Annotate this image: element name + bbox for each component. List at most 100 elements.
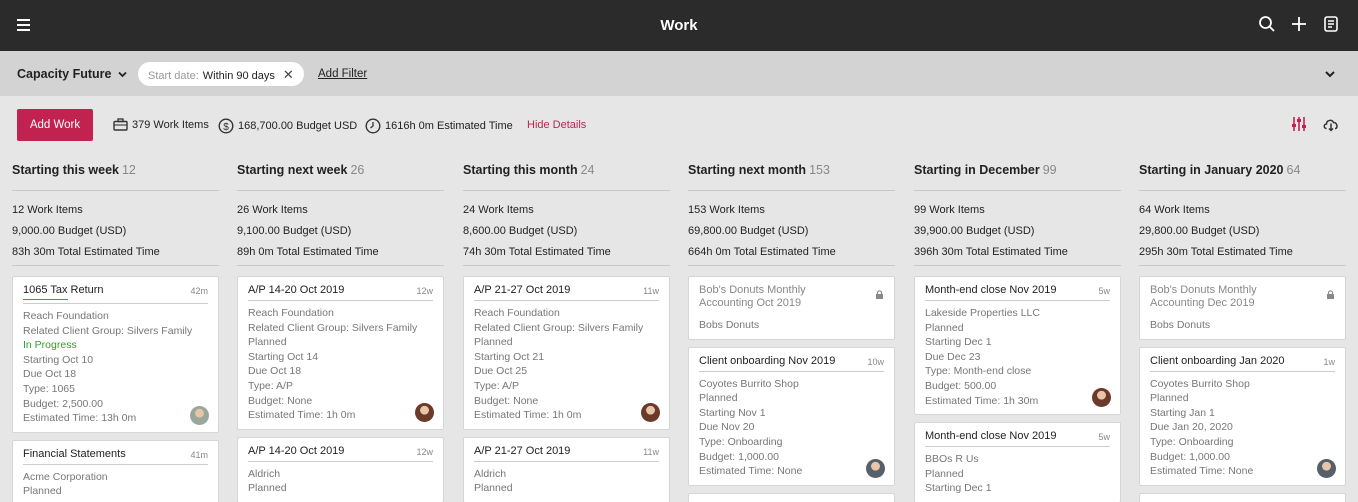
card-title-text: Bob's Donuts Monthly Accounting Dec 2019	[1150, 284, 1257, 309]
card-detail-line: Planned	[474, 482, 513, 495]
dollar-icon: $	[218, 118, 234, 134]
cloud-download-icon[interactable]	[1322, 115, 1340, 133]
card-detail-line: Budget: 1,000.00	[1150, 450, 1230, 463]
card-detail-line: BBOs R Us	[925, 453, 979, 466]
card-detail-line: Due Oct 25	[474, 365, 528, 378]
settings-sliders-icon[interactable]	[1290, 115, 1308, 133]
svg-text:$: $	[223, 122, 229, 133]
work-card[interactable]: Month-end close Nov 2019 5w Lakeside Prope…	[914, 276, 1121, 416]
card-title-text: A/P 21-27 Oct 2019	[474, 284, 571, 296]
card-age: 12w	[416, 446, 433, 457]
summary-line: 396h 30m Total Estimated Time	[914, 246, 1068, 258]
work-card[interactable]: A/P 14-20 Oct 2019 12w Aldrich Planned	[237, 436, 444, 502]
card-title[interactable]: Client onboarding Nov 2019	[699, 355, 884, 372]
work-card[interactable]: Bob's Donuts Monthly Accounting Oct 2019…	[688, 276, 895, 340]
column-count: 153	[809, 163, 830, 177]
card-title[interactable]: Month-end close Nov 2019	[925, 430, 1110, 448]
card-detail-line: Reach Foundation	[248, 307, 334, 319]
hide-details-link[interactable]: Hide Details	[527, 119, 586, 131]
work-card[interactable]: A/P 21-27 Oct 2019 11w Aldrich Planned	[463, 436, 670, 502]
board-column: Starting in January 2020 64 64 Work Items 2…	[1139, 161, 1346, 502]
column-count: 26	[350, 163, 365, 177]
work-card[interactable]: 1065 Tax Return 42m Reach Foundation Relate…	[12, 276, 219, 433]
work-card[interactable]: Client onboarding Jan 2020 1w Coyotes Burr…	[1139, 346, 1346, 486]
work-card[interactable]: Month-end close Nov 2019 5w BBOs R Us Plann…	[914, 422, 1121, 502]
board-column: Starting next month 153 153 Work Items 69,8…	[688, 161, 895, 502]
card-detail-line: Planned	[699, 392, 738, 405]
column-title: Starting next week	[237, 163, 348, 177]
card-title-text: Month-end close Nov 2019	[925, 284, 1057, 296]
card-title[interactable]: A/P 21-27 Oct 2019	[474, 445, 659, 462]
card-title-text: Month-end close Nov 2019	[925, 430, 1057, 443]
card-detail-line: Related Client Group: Silvers Family	[248, 321, 418, 334]
column-title: Starting this month	[463, 163, 578, 177]
work-card[interactable]: A/P 21-27 Oct 2019 11w Reach Foundation Rel…	[463, 276, 670, 430]
work-card[interactable]: A/P 14-20 Oct 2019 12w Reach Foundation Rel…	[237, 276, 444, 430]
card-detail-line: Starting Nov 1	[699, 406, 766, 419]
work-card[interactable]: Client onboarding Nov 2019 10w Coyotes Bur…	[688, 346, 895, 486]
column-summary: 99 Work Items 39,900.00 Budget (USD) 396h …	[914, 191, 1121, 266]
plus-icon[interactable]	[1290, 15, 1310, 35]
card-title-text: 1065 Tax Return	[23, 284, 104, 296]
card-title[interactable]: 1065 Tax Return	[23, 284, 208, 304]
card-title[interactable]: Financial Statements	[23, 448, 208, 465]
card-detail-line: Estimated Time: None	[699, 465, 803, 478]
search-icon[interactable]	[1258, 15, 1278, 35]
card-title[interactable]: A/P 21-27 Oct 2019	[474, 284, 659, 301]
card-detail-line: Budget: None	[474, 394, 539, 407]
card-title[interactable]: Month-end close Nov 2019	[925, 284, 1110, 301]
summary-line: 664h 0m Total Estimated Time	[688, 246, 836, 258]
card-title[interactable]: A/P 14-20 Oct 2019	[248, 284, 433, 301]
chevron-down-icon[interactable]	[1324, 67, 1336, 79]
card-detail-line: Planned	[23, 485, 62, 498]
board-column: Starting in December 99 99 Work Items 39,90…	[914, 161, 1121, 502]
work-card[interactable]: Entity #1 Oct 201910w	[688, 492, 895, 502]
work-card[interactable]: Bob's Donuts Monthly Accounting Dec 2019…	[1139, 276, 1346, 340]
avatar[interactable]	[1317, 458, 1336, 478]
column-count: 64	[1286, 163, 1301, 177]
work-card[interactable]: Entity #1 Dec 20191w	[1139, 492, 1346, 502]
card-detail-line: Starting Oct 21	[474, 350, 545, 363]
card-title-text: A/P 14-20 Oct 2019	[248, 444, 345, 457]
card-title-text: Client onboarding Nov 2019	[699, 354, 836, 367]
close-icon[interactable]: ✕	[283, 67, 294, 82]
add-filter-link[interactable]: Add Filter	[318, 68, 367, 80]
card-detail-line: Coyotes Burrito Shop	[1150, 377, 1250, 390]
avatar[interactable]	[866, 458, 885, 478]
card-title[interactable]: Bob's Donuts Monthly Accounting Dec 2019	[1150, 284, 1335, 313]
avatar[interactable]	[190, 405, 209, 425]
summary-line: 26 Work Items	[237, 204, 308, 216]
chevron-down-icon	[118, 71, 127, 78]
avatar[interactable]	[415, 402, 434, 422]
card-title-text: Financial Statements	[23, 447, 126, 460]
card-title-text: A/P 21-27 Oct 2019	[474, 444, 571, 457]
card-detail-line: Starting Oct 14	[248, 350, 319, 363]
add-work-button[interactable]: Add Work	[17, 109, 93, 141]
column-header: Starting next month 153	[688, 161, 895, 191]
card-detail-line: Estimated Time: 1h 30m	[925, 394, 1039, 407]
column-header: Starting next week 26	[237, 161, 444, 191]
summary-line: 9,000.00 Budget (USD)	[12, 225, 127, 237]
card-title[interactable]: Bob's Donuts Monthly Accounting Oct 2019	[699, 284, 884, 313]
card-title[interactable]: Client onboarding Jan 2020	[1150, 355, 1335, 372]
summary-line: 64 Work Items	[1139, 204, 1210, 216]
card-detail-line: Coyotes Burrito Shop	[699, 377, 799, 390]
column-count: 24	[580, 163, 595, 177]
card-detail-line: Aldrich	[474, 467, 507, 480]
filter-chip-key: Start date:	[148, 70, 199, 82]
avatar[interactable]	[641, 402, 660, 422]
card-detail-line: Type: A/P	[474, 379, 519, 392]
column-count: 12	[121, 163, 136, 177]
card-age: 11w	[643, 286, 659, 296]
view-selector[interactable]: Capacity Future	[17, 67, 127, 81]
notes-icon[interactable]	[1322, 15, 1342, 35]
card-title-text: Bob's Donuts Monthly Accounting Oct 2019	[699, 284, 806, 309]
estimated-time-stat: 1616h 0m Estimated Time	[365, 118, 513, 134]
card-title[interactable]: A/P 14-20 Oct 2019	[248, 445, 433, 462]
card-detail-line: Estimated Time: None	[1150, 465, 1254, 478]
start-date-filter-chip[interactable]: Start date: Within 90 days ✕	[138, 62, 304, 86]
column-summary: 64 Work Items 29,800.00 Budget (USD) 295h …	[1139, 191, 1346, 266]
work-card[interactable]: Financial Statements 41m Acme Corporation P…	[12, 439, 219, 502]
summary-line: 12 Work Items	[12, 204, 83, 216]
card-detail-line: Estimated Time: 13h 0m	[23, 412, 137, 425]
